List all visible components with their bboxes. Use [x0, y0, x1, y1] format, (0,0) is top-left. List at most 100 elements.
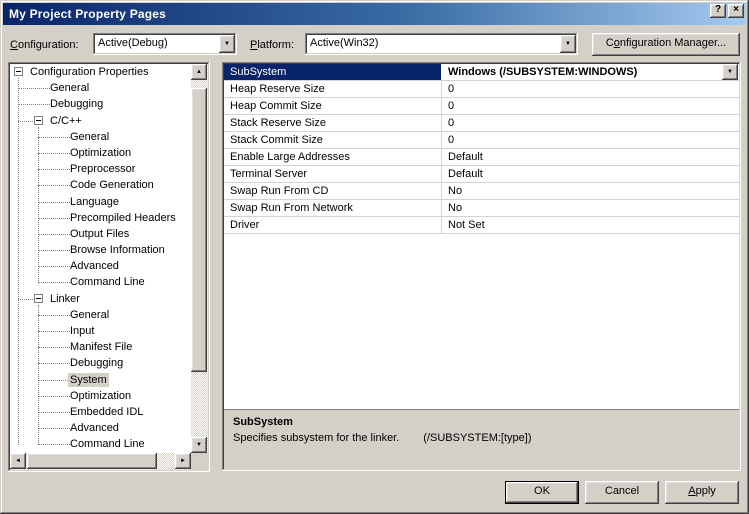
- property-row-heap-commit-size[interactable]: Heap Commit Size 0: [224, 98, 739, 115]
- tree-item-debugging[interactable]: Debugging: [10, 96, 191, 112]
- property-name: Stack Commit Size: [224, 132, 442, 148]
- tree-connector: [18, 298, 33, 300]
- property-description-pane: SubSystem Specifies subsystem for the li…: [224, 409, 739, 469]
- platform-label: Platform:: [250, 39, 294, 51]
- apply-button[interactable]: Apply: [665, 481, 739, 504]
- property-row-stack-reserve-size[interactable]: Stack Reserve Size 0: [224, 115, 739, 132]
- tree-item-label: General: [70, 130, 110, 143]
- tree-connector: [38, 233, 70, 235]
- tree-horizontal-scrollbar[interactable]: ◄ ►: [10, 453, 191, 470]
- scroll-left-icon: ◄: [15, 458, 21, 464]
- value-dropdown-button[interactable]: ▼: [722, 64, 738, 80]
- tree-guide-line: [38, 126, 39, 283]
- property-name: Stack Reserve Size: [224, 115, 442, 131]
- tree-connector: [38, 185, 70, 187]
- help-icon: ?: [714, 4, 722, 15]
- tree-connector: [38, 152, 70, 154]
- description-text: Specifies subsystem for the linker.: [233, 432, 400, 444]
- property-name: Swap Run From Network: [224, 200, 442, 216]
- property-value[interactable]: No: [442, 183, 739, 199]
- tree-guide-line: [18, 78, 19, 445]
- tree-item-label: Manifest File: [70, 341, 133, 354]
- property-value-text: 0: [448, 117, 455, 129]
- property-grid: SubSystem Windows (/SUBSYSTEM:WINDOWS) ▼ He…: [224, 64, 739, 409]
- property-row-stack-commit-size[interactable]: Stack Commit Size 0: [224, 132, 739, 149]
- vertical-scroll-thumb[interactable]: [191, 88, 207, 372]
- configuration-label: Configuration:: [10, 39, 79, 51]
- tree-connector: [38, 347, 70, 349]
- tree-item-label: System: [68, 372, 109, 387]
- tree-connector: [18, 88, 50, 90]
- cancel-button[interactable]: Cancel: [585, 481, 659, 504]
- tree-item-label: Linker: [50, 292, 80, 305]
- platform-dropdown-button[interactable]: ▼: [560, 35, 576, 53]
- tree-item-configuration-properties[interactable]: Configuration Properties: [10, 64, 191, 80]
- tree-item-general[interactable]: General: [10, 80, 191, 96]
- tree-item-label: Input: [70, 325, 95, 337]
- scroll-up-icon: ▲: [196, 69, 202, 75]
- configuration-label-accesskey: C: [10, 39, 18, 51]
- tree-collapse-minus-icon[interactable]: [14, 67, 23, 76]
- tree-connector: [38, 428, 70, 430]
- tree-connector: [38, 136, 70, 138]
- configuration-dropdown-button[interactable]: ▼: [219, 35, 235, 53]
- tree-item-label: Language: [70, 195, 119, 208]
- property-row-driver[interactable]: Driver Not Set: [224, 217, 739, 234]
- property-row-swap-run-from-network[interactable]: Swap Run From Network No: [224, 200, 739, 217]
- window-title: My Project Property Pages: [9, 7, 167, 21]
- property-row-subsystem[interactable]: SubSystem Windows (/SUBSYSTEM:WINDOWS) ▼: [224, 64, 739, 81]
- tree-connector: [38, 201, 70, 203]
- property-value[interactable]: Default: [442, 149, 739, 165]
- configuration-select[interactable]: Active(Debug) ▼: [93, 33, 237, 55]
- chevron-down-icon: ▼: [565, 41, 571, 47]
- scroll-up-button[interactable]: ▲: [191, 64, 207, 80]
- property-row-swap-run-from-cd[interactable]: Swap Run From CD No: [224, 183, 739, 200]
- property-value[interactable]: 0: [442, 81, 739, 97]
- tree-collapse-minus-icon[interactable]: [34, 115, 43, 125]
- tree-item-label: C/C++: [50, 114, 82, 127]
- tree-connector: [38, 411, 70, 413]
- tree-connector: [38, 363, 70, 365]
- titlebar[interactable]: My Project Property Pages: [3, 3, 746, 25]
- property-value[interactable]: 0: [442, 115, 739, 131]
- config-manager-pre: C: [605, 37, 614, 49]
- close-button[interactable]: ×: [728, 4, 744, 18]
- property-row-enable-large-addresses[interactable]: Enable Large Addresses Default: [224, 149, 739, 166]
- scroll-down-button[interactable]: ▼: [191, 437, 207, 453]
- platform-select[interactable]: Active(Win32) ▼: [305, 33, 578, 55]
- property-grid-panel: SubSystem Windows (/SUBSYSTEM:WINDOWS) ▼ He…: [222, 62, 741, 471]
- tree-items: Configuration Properties General Debugging…: [10, 64, 191, 453]
- property-row-terminal-server[interactable]: Terminal Server Default: [224, 166, 739, 183]
- tree-connector: [38, 282, 70, 284]
- tree-item-label: Optimization: [70, 146, 132, 159]
- tree-item-label: Advanced: [70, 422, 119, 435]
- property-value[interactable]: No: [442, 200, 739, 216]
- tree-item-label: Optimization: [70, 389, 132, 402]
- tree-item-label: Precompiled Headers: [70, 211, 176, 224]
- tree-connector: [38, 395, 70, 397]
- property-value[interactable]: 0: [442, 98, 739, 114]
- property-value-text: Not Set: [448, 219, 485, 231]
- property-value[interactable]: Windows (/SUBSYSTEM:WINDOWS) ▼: [442, 64, 739, 80]
- scroll-left-button[interactable]: ◄: [10, 453, 26, 469]
- chevron-down-icon: ▼: [224, 41, 230, 47]
- property-row-heap-reserve-size[interactable]: Heap Reserve Size 0: [224, 81, 739, 98]
- cancel-button-label: Cancel: [604, 485, 640, 497]
- property-value[interactable]: 0: [442, 132, 739, 148]
- property-name: Enable Large Addresses: [224, 149, 442, 165]
- tree-vertical-scrollbar[interactable]: ▲ ▼: [191, 64, 208, 453]
- tree-collapse-minus-icon[interactable]: [34, 293, 43, 303]
- configuration-manager-button[interactable]: Configuration Manager...: [592, 33, 740, 56]
- horizontal-scroll-thumb[interactable]: [27, 453, 157, 469]
- property-name: Heap Reserve Size: [224, 81, 442, 97]
- scroll-right-button[interactable]: ►: [175, 453, 191, 469]
- help-button[interactable]: ?: [710, 4, 726, 18]
- description-text-line: Specifies subsystem for the linker. (/SUB…: [233, 432, 730, 444]
- property-value[interactable]: Not Set: [442, 217, 739, 233]
- property-value-text: Default: [448, 151, 483, 163]
- ok-button[interactable]: OK: [505, 481, 579, 504]
- property-value[interactable]: Default: [442, 166, 739, 182]
- property-name: Heap Commit Size: [224, 98, 442, 114]
- platform-select-value: Active(Win32): [310, 37, 379, 49]
- tree-item-label: General: [70, 308, 110, 321]
